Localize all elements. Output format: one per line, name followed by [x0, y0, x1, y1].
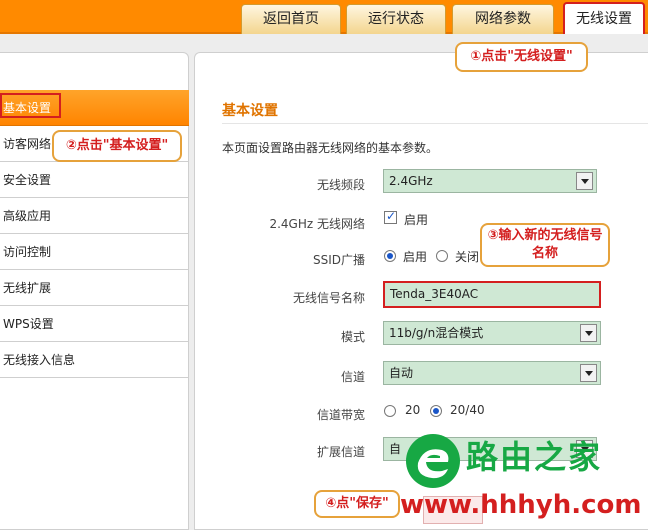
top-nav-bar: 返回首页 运行状态 网络参数 无线设置: [0, 0, 648, 34]
bandwidth-2040-label: 20/40: [450, 403, 485, 417]
band-select[interactable]: 2.4GHz: [383, 169, 597, 193]
bandwidth-2040-radio[interactable]: [430, 405, 442, 417]
ssid-broadcast-label: SSID广播: [312, 253, 365, 267]
mode-label: 模式: [340, 330, 365, 344]
chevron-down-icon: [576, 172, 593, 190]
channel-label: 信道: [340, 370, 365, 384]
chevron-down-icon: [580, 324, 597, 342]
ssid-broadcast-off-label: 关闭: [455, 250, 480, 264]
network-label: 2.4GHz 无线网络: [269, 217, 365, 231]
highlight-box-basic: [0, 93, 61, 118]
sidebar-item-client-info[interactable]: 无线接入信息: [0, 342, 189, 378]
callout-step1: ①点击"无线设置": [455, 42, 588, 72]
page-title: 基本设置: [222, 103, 278, 119]
page-description: 本页面设置路由器无线网络的基本参数。: [222, 141, 439, 155]
band-label: 无线频段: [316, 178, 365, 192]
sidebar-item-wps[interactable]: WPS设置: [0, 306, 189, 342]
ssid-name-input[interactable]: Tenda_3E40AC: [383, 281, 601, 308]
mode-value: 11b/g/n混合模式: [389, 326, 484, 340]
watermark-logo-icon: [406, 434, 460, 488]
callout-step2: ②点击"基本设置": [52, 130, 182, 162]
title-divider: [222, 123, 648, 124]
callout-step3: ③输入新的无线信号名称: [480, 223, 610, 267]
channel-value: 自动: [389, 366, 414, 380]
sidebar-item-wireless-extend[interactable]: 无线扩展: [0, 270, 189, 306]
ssid-broadcast-on-label: 启用: [403, 250, 428, 264]
mode-select[interactable]: 11b/g/n混合模式: [383, 321, 601, 345]
callout-step4: ④点"保存": [314, 490, 400, 518]
ssid-broadcast-off-radio[interactable]: [436, 250, 448, 262]
tab-status[interactable]: 运行状态: [346, 4, 446, 34]
tab-wireless[interactable]: 无线设置: [563, 2, 645, 34]
tab-network[interactable]: 网络参数: [452, 4, 554, 34]
sidebar: 基本设置 访客网络 安全设置 高级应用 访问控制 无线扩展 WPS设置 无线接入…: [0, 52, 189, 530]
tab-home[interactable]: 返回首页: [241, 4, 341, 34]
band-value: 2.4GHz: [389, 174, 433, 188]
ssid-name-value: Tenda_3E40AC: [390, 287, 479, 301]
bandwidth-20-radio[interactable]: [384, 405, 396, 417]
bandwidth-label: 信道带宽: [316, 408, 365, 422]
channel-select[interactable]: 自动: [383, 361, 601, 385]
network-enable-checkbox[interactable]: [384, 209, 397, 224]
network-enable-label: 启用: [404, 213, 429, 227]
sidebar-item-access-control[interactable]: 访问控制: [0, 234, 189, 270]
bandwidth-20-label: 20: [405, 403, 421, 417]
ext-channel-label: 扩展信道: [316, 445, 365, 459]
watermark-url: www.hhhyh.com: [400, 490, 642, 520]
watermark-title: 路由之家: [466, 438, 603, 476]
chevron-down-icon: [580, 364, 597, 382]
ssid-broadcast-on-radio[interactable]: [384, 250, 396, 262]
sidebar-item-advanced[interactable]: 高级应用: [0, 198, 189, 234]
ext-channel-value: 自: [389, 442, 402, 456]
sidebar-item-security[interactable]: 安全设置: [0, 162, 189, 198]
ssid-name-label: 无线信号名称: [292, 291, 365, 305]
